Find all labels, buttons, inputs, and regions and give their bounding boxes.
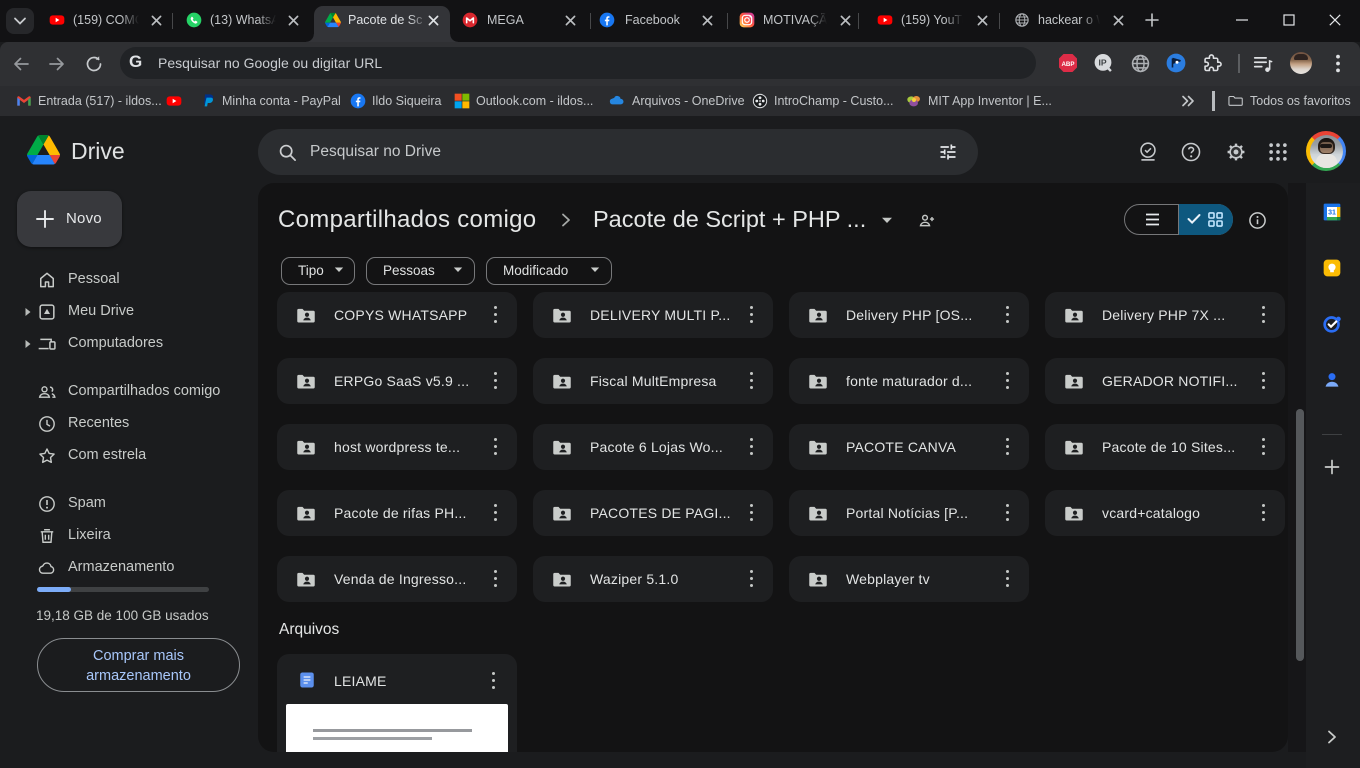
svg-text:31: 31 <box>1328 209 1336 217</box>
svg-text:ABP: ABP <box>1061 61 1074 68</box>
svg-text:IP: IP <box>1099 57 1107 67</box>
